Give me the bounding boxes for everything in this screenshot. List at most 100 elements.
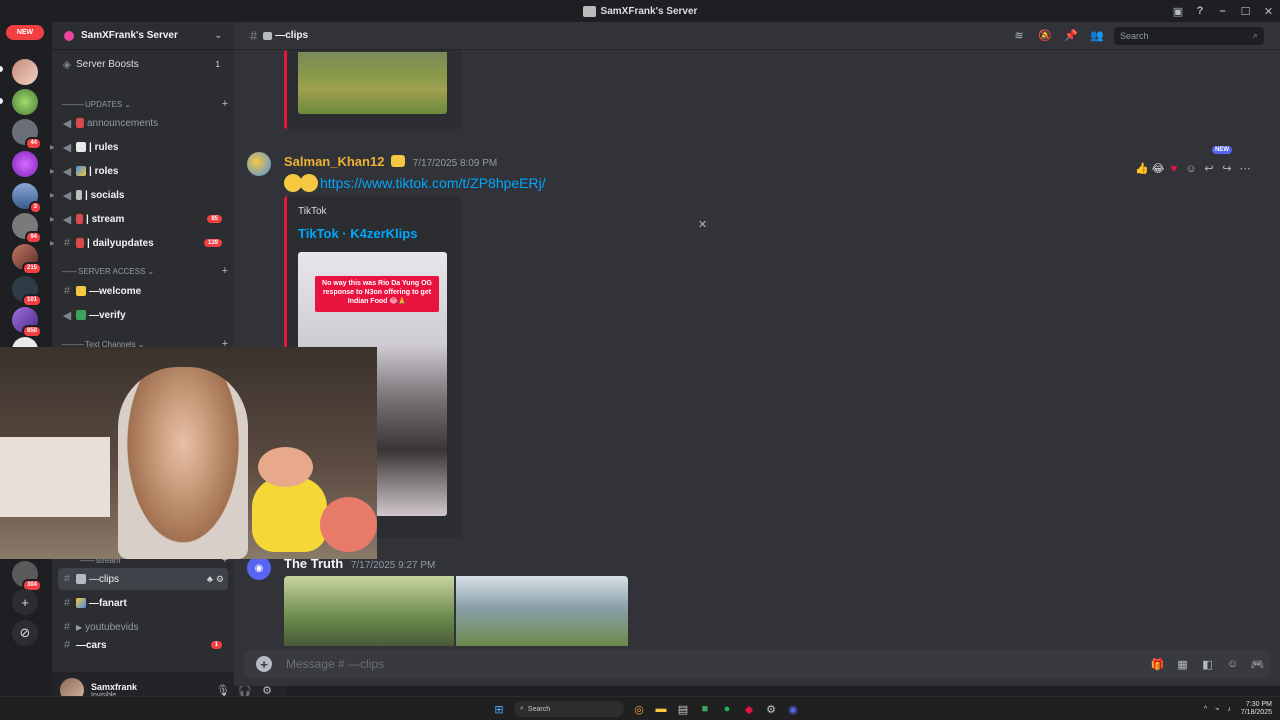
category-server-access[interactable]: —— SERVER ACCESS ⌄ + — [62, 264, 228, 278]
search-placeholder: Search — [1120, 30, 1149, 41]
members-icon[interactable]: 👥 — [1084, 29, 1110, 42]
plus-icon[interactable]: + — [256, 656, 272, 672]
server-badge: 215 — [21, 262, 42, 275]
close-button[interactable]: ✕ — [1257, 0, 1280, 22]
add-reaction-icon[interactable]: ☺ — [1182, 163, 1200, 175]
checkmark-icon — [76, 310, 86, 320]
channel-stream[interactable]: ▶ ◀ | stream 85 — [50, 208, 228, 230]
megaphone-icon: ◀ — [62, 165, 72, 178]
server-boosts-label: Server Boosts — [76, 58, 139, 70]
gift-icon[interactable]: 🎁 — [1145, 658, 1170, 671]
threads-icon[interactable]: ≋ — [1006, 29, 1032, 42]
emoji-icon[interactable]: ☺ — [1220, 658, 1245, 670]
add-channel-icon[interactable]: + — [222, 98, 228, 110]
attachment-image[interactable] — [284, 576, 454, 646]
chevron-up-icon[interactable]: ^ — [1204, 706, 1207, 713]
windows-start-icon[interactable]: ⊞ — [488, 698, 510, 720]
category-updates[interactable]: ——— UPDATES ⌄ + — [62, 97, 228, 111]
embed-image[interactable] — [298, 52, 447, 114]
cat-emoji-icon — [391, 155, 406, 167]
server-icon-4[interactable] — [12, 151, 38, 177]
channel-dailyupdates[interactable]: ▶ # | dailyupdates 139 — [50, 232, 228, 254]
server-icon-5[interactable]: 3 — [12, 183, 42, 214]
volume-icon[interactable]: ♪ — [1227, 706, 1231, 713]
channel-rules[interactable]: ▶ ◀ | rules — [50, 136, 228, 158]
message-the-truth: ◉ The Truth 7/17/2025 9:27 PM — [234, 554, 1280, 648]
mute-bell-icon[interactable]: 🔕 — [1032, 29, 1058, 42]
message-composer: + 🎁 ▦ ◧ ☺ 🎮 — [244, 650, 1270, 678]
server-icon-11[interactable]: 304 — [12, 561, 42, 592]
app-icon[interactable]: ◆ — [738, 698, 760, 720]
sticker-icon[interactable]: ◧ — [1195, 658, 1220, 671]
discord-icon[interactable]: ◉ — [782, 698, 804, 720]
forward-icon[interactable]: ↪ NEW — [1212, 146, 1236, 175]
embed-title[interactable]: TikTok · K4zerKlips — [298, 226, 417, 241]
hash-icon: # — [63, 621, 71, 633]
user-name: Samxfrank — [91, 681, 138, 692]
server-icon-1[interactable] — [12, 59, 38, 85]
help-icon[interactable]: ? — [1189, 0, 1211, 22]
channel-verify[interactable]: ◀ —verify — [58, 304, 228, 326]
search-input[interactable]: Search ⌕ — [1114, 26, 1264, 45]
server-boosts[interactable]: ◈ Server Boosts 1 — [58, 53, 228, 75]
clock-time: 7:30 PM — [1245, 701, 1272, 708]
author-name[interactable]: Salman_Khan12 — [284, 154, 384, 169]
channel-fanart[interactable]: # —fanart — [58, 592, 228, 614]
invite-icon[interactable]: ♣ — [207, 574, 213, 584]
microphone-icon[interactable]: 🎙 — [212, 684, 234, 697]
add-server-button[interactable]: + — [12, 589, 38, 615]
server-icon-3[interactable]: 44 — [12, 119, 42, 150]
speech-icon — [263, 31, 273, 40]
folder-icon[interactable]: ▬ — [650, 698, 672, 720]
add-channel-icon[interactable]: + — [222, 265, 228, 277]
gear-icon[interactable]: ⚙ — [216, 574, 224, 585]
store-icon[interactable]: ▤ — [672, 698, 694, 720]
inbox-icon[interactable]: ▣ — [1167, 0, 1189, 22]
channel-announcements[interactable]: ◀ announcements — [58, 112, 228, 134]
spotify-icon[interactable]: ● — [716, 698, 738, 720]
message-link[interactable]: https://www.tiktok.com/t/ZP8hpeERj/ — [320, 175, 546, 191]
server-icon-2[interactable] — [12, 89, 38, 115]
clock[interactable]: 7:30 PM 7/18/2025 — [1241, 701, 1272, 717]
hash-icon: # — [63, 573, 71, 585]
apps-icon[interactable]: 🎮 — [1245, 658, 1270, 671]
search-icon: ⌕ — [520, 705, 524, 712]
close-icon[interactable]: ✕ — [698, 218, 707, 231]
channel-label: announcements — [87, 117, 159, 129]
more-icon[interactable]: ⋯ — [1236, 162, 1254, 175]
channel-youtubevids[interactable]: # ▶ youtubevids — [58, 616, 228, 638]
avatar[interactable] — [247, 152, 271, 176]
attachment-image[interactable] — [456, 576, 628, 646]
expand-icon: ▶ — [50, 240, 55, 247]
channel-socials[interactable]: ▶ ◀ | socials — [50, 184, 228, 206]
app-icon[interactable]: ■ — [694, 698, 716, 720]
server-icon-8[interactable]: 101 — [12, 276, 42, 307]
laugh-reaction-icon[interactable]: 😂 — [1150, 162, 1166, 175]
pikachu-plush-image — [252, 477, 327, 552]
maximize-button[interactable]: ☐ — [1234, 0, 1257, 22]
server-header[interactable]: SamXFrank's Server ⌄ — [52, 22, 234, 50]
heart-icon[interactable]: ♥ — [1166, 163, 1182, 175]
reply-icon[interactable]: ↩ — [1200, 162, 1218, 175]
thumbs-up-icon[interactable]: 👍 — [1134, 162, 1150, 175]
avatar[interactable]: ◉ — [247, 556, 271, 580]
new-badge[interactable]: NEW — [6, 25, 44, 40]
settings-icon[interactable]: ⚙ — [760, 698, 782, 720]
server-icon-9[interactable]: 850 — [12, 307, 42, 338]
message-input[interactable] — [286, 657, 1145, 671]
pin-icon[interactable]: 📌 — [1058, 29, 1084, 42]
server-icon-6[interactable]: 94 — [12, 213, 42, 244]
server-icon-7[interactable]: 215 — [12, 244, 42, 275]
title-controls: ▣ ? – ☐ ✕ — [1167, 0, 1280, 22]
taskbar-search[interactable]: ⌕ Search — [514, 701, 624, 717]
network-icon[interactable]: ⌁ — [1215, 705, 1219, 713]
gif-icon[interactable]: ▦ — [1170, 658, 1195, 671]
channel-welcome[interactable]: # —welcome — [58, 280, 228, 302]
channel-clips[interactable]: # —clips ♣ ⚙ — [58, 568, 228, 590]
channel-roles[interactable]: ▶ ◀ | roles — [50, 160, 228, 182]
channel-cars[interactable]: # —cars 1 — [58, 640, 228, 650]
chrome-icon[interactable]: ◎ — [628, 698, 650, 720]
minimize-button[interactable]: – — [1211, 0, 1234, 22]
clock-date: 7/18/2025 — [1240, 709, 1272, 716]
discover-button[interactable]: ⊘ — [12, 620, 38, 646]
